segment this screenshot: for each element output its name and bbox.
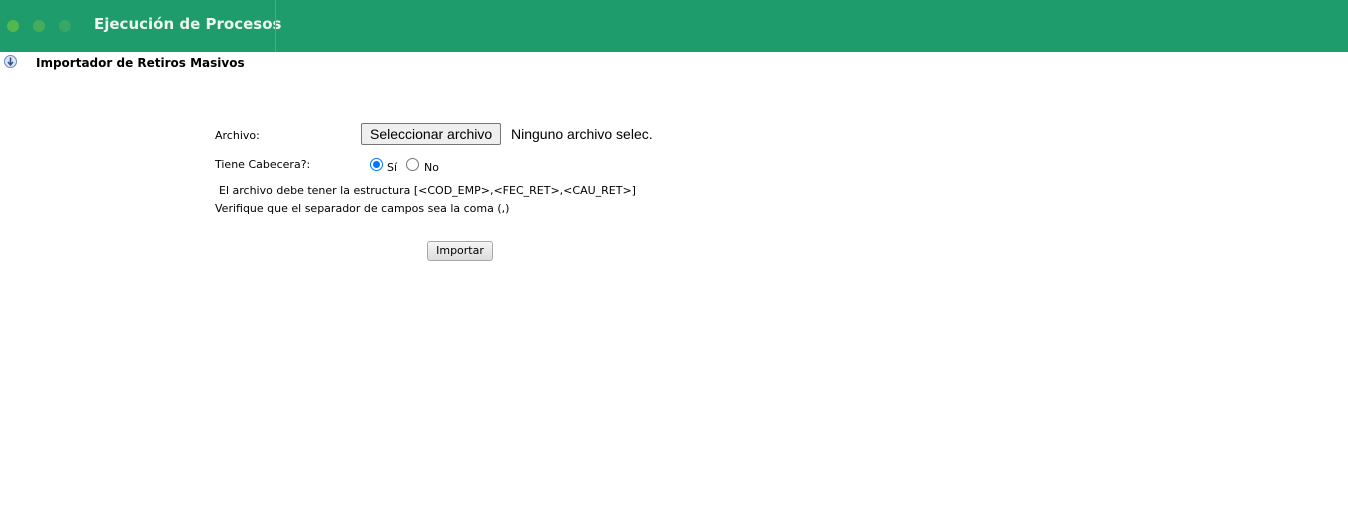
radio-no[interactable] xyxy=(406,158,419,171)
radio-no-label: No xyxy=(424,161,439,174)
down-arrow-info-icon xyxy=(4,55,17,68)
header-bar: Ejecución de Procesos xyxy=(0,0,1348,52)
header-dot-icon xyxy=(7,20,19,32)
cabecera-label: Tiene Cabecera?: xyxy=(215,158,311,171)
structure-note: El archivo debe tener la estructura [<CO… xyxy=(219,184,636,197)
file-status-text: Ninguno archivo selec. xyxy=(511,126,653,142)
separator-note: Verifique que el separador de campos sea… xyxy=(215,202,510,215)
radio-si-label: Sí xyxy=(387,161,398,174)
select-file-button[interactable]: Seleccionar archivo xyxy=(361,123,502,145)
header-dot-icon xyxy=(33,20,45,32)
radio-si[interactable] xyxy=(370,158,383,171)
header-dot-icon xyxy=(59,20,71,32)
import-button[interactable]: Importar xyxy=(427,241,493,261)
page-title: Ejecución de Procesos xyxy=(94,15,282,33)
archivo-label: Archivo: xyxy=(215,129,260,142)
section-title: Importador de Retiros Masivos xyxy=(36,56,245,70)
header-divider xyxy=(275,0,276,52)
